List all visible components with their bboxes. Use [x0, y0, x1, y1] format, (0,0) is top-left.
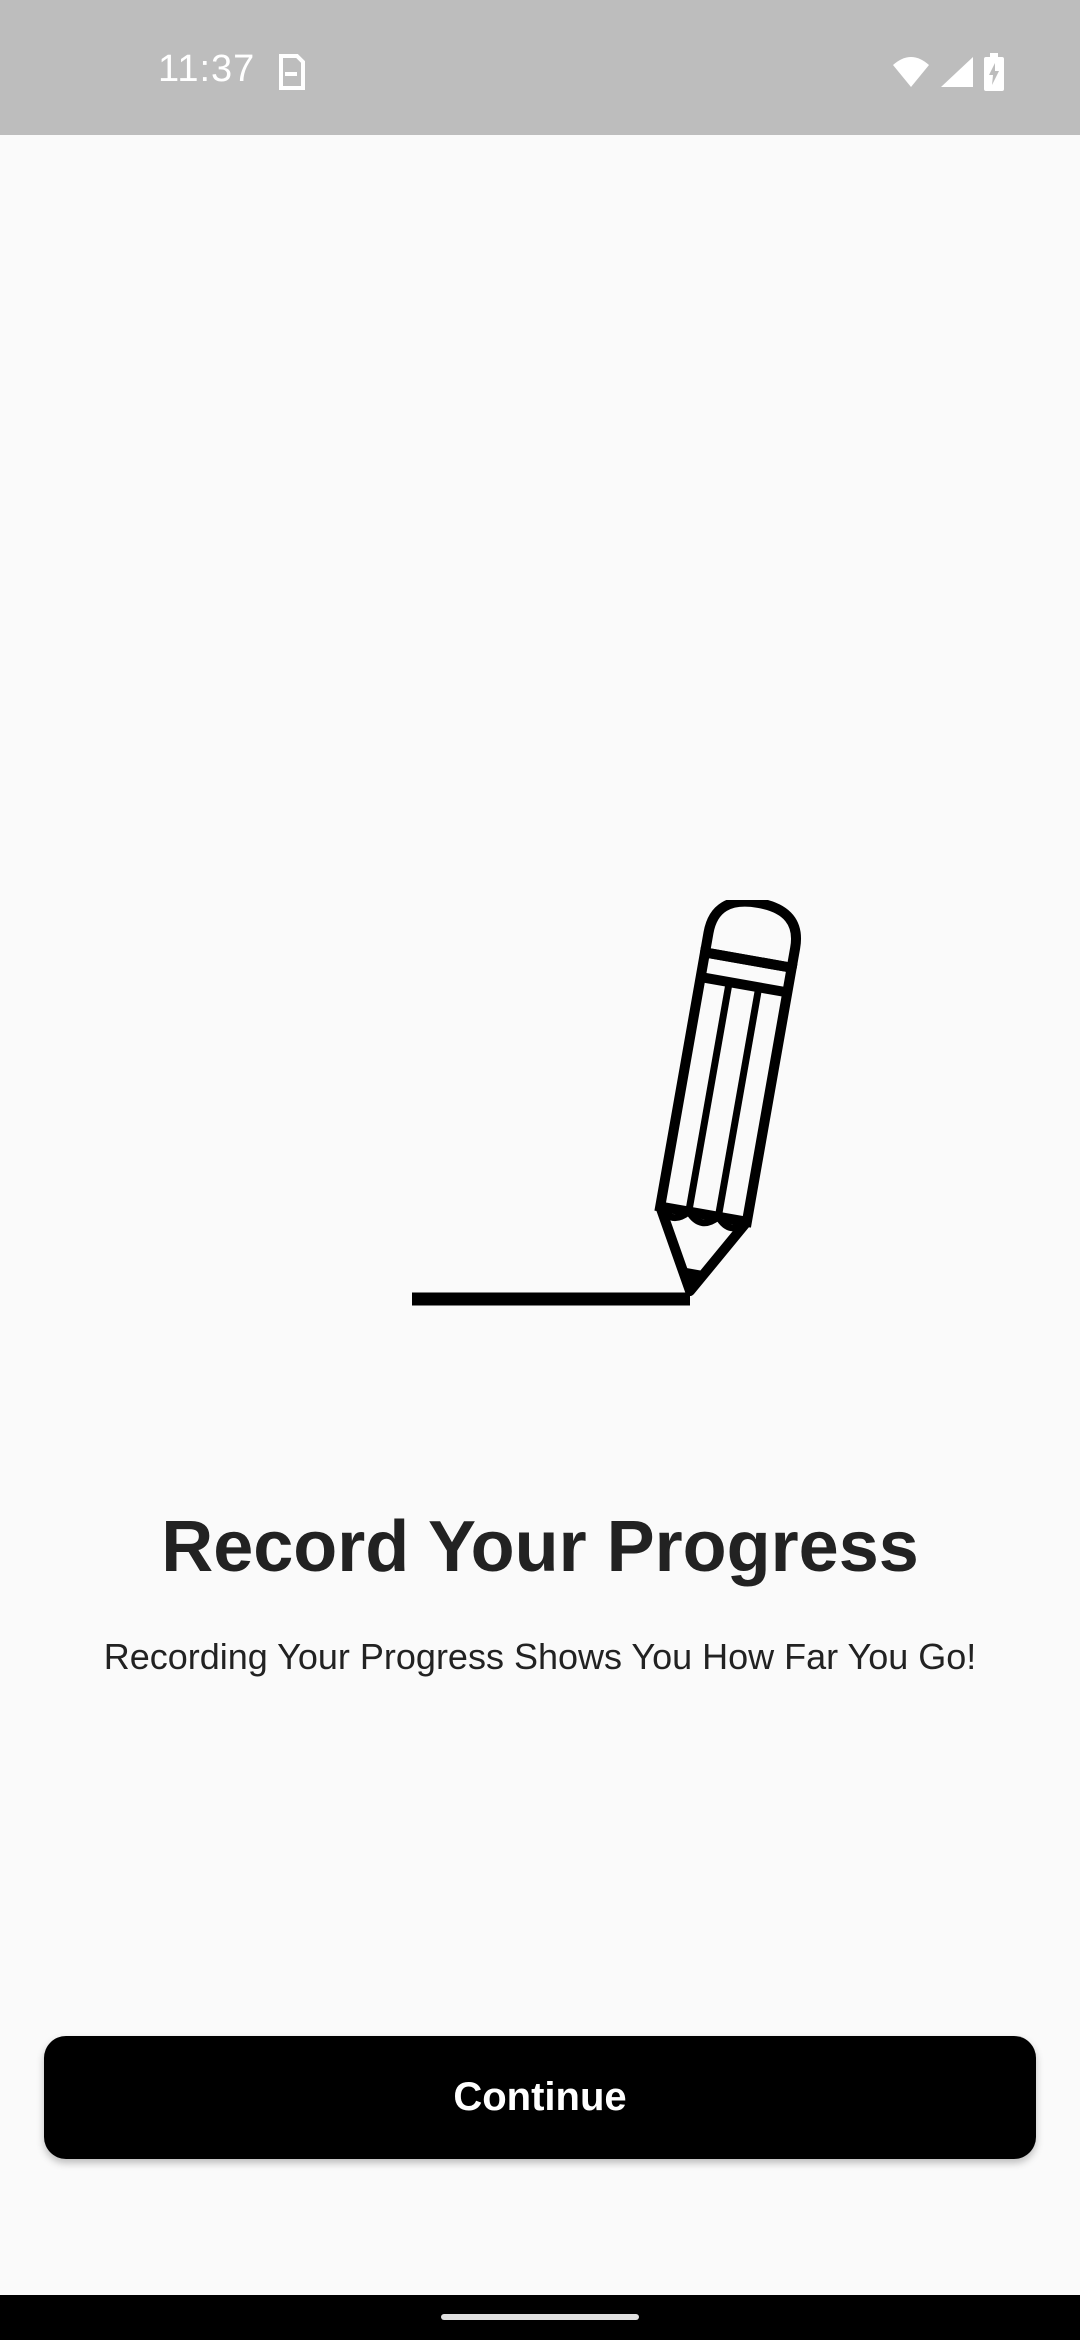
- status-bar: 11:37: [0, 0, 1080, 135]
- sim-card-icon: [275, 52, 307, 92]
- continue-button-label: Continue: [453, 2075, 627, 2119]
- status-time: 11:37: [158, 48, 256, 90]
- signal-icon: [939, 55, 975, 89]
- battery-charging-icon: [983, 53, 1005, 91]
- onboarding-screen: 11:37 Record Your Progress Recording You…: [0, 0, 1080, 2340]
- wifi-icon: [891, 55, 931, 89]
- page-title: Record Your Progress: [161, 1507, 919, 1587]
- navigation-bar: [0, 2295, 1080, 2340]
- status-icons: [891, 52, 1005, 92]
- home-indicator[interactable]: [441, 2314, 639, 2320]
- page-subtitle: Recording Your Progress Shows You How Fa…: [103, 1636, 977, 1677]
- continue-button[interactable]: Continue: [44, 2036, 1036, 2159]
- pencil-writing-icon: [400, 896, 820, 1320]
